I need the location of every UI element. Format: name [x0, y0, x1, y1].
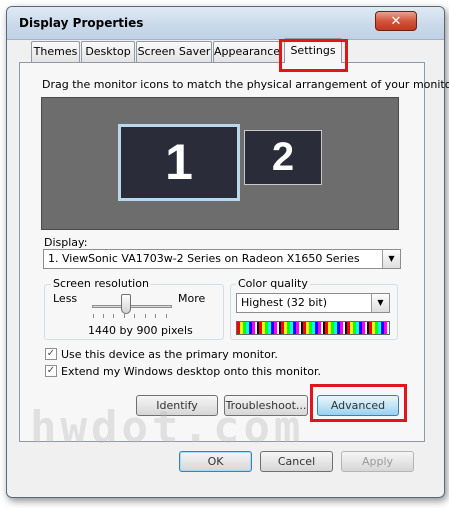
close-button[interactable]: ✕: [375, 11, 417, 31]
watermark: hwdot.com: [30, 402, 305, 453]
tab-themes[interactable]: Themes: [31, 41, 80, 62]
advanced-button-highlight: [310, 384, 407, 422]
slider-tick: [103, 314, 104, 318]
cancel-button[interactable]: Cancel: [260, 451, 333, 472]
slider-tick: [124, 314, 125, 318]
color-quality-label: Color quality: [236, 277, 310, 290]
chevron-down-icon[interactable]: ▼: [371, 294, 389, 312]
window-title: Display Properties: [19, 16, 144, 30]
slider-tick: [155, 314, 156, 318]
extend-desktop-checkbox[interactable]: ✓: [45, 365, 57, 377]
ok-button[interactable]: OK: [179, 451, 252, 472]
settings-tab-highlight: [279, 39, 348, 72]
checkmark-icon: ✓: [46, 348, 56, 359]
slider-tick: [113, 314, 114, 318]
resolution-value: 1440 by 900 pixels: [88, 324, 193, 337]
resolution-less-label: Less: [53, 292, 78, 305]
color-spectrum-preview: [236, 321, 390, 335]
tab-desktop[interactable]: Desktop: [81, 41, 135, 62]
close-icon: ✕: [390, 14, 402, 29]
apply-button[interactable]: Apply: [341, 451, 414, 472]
monitor-1-icon[interactable]: 1: [118, 124, 240, 201]
screen-resolution-label: Screen resolution: [51, 277, 151, 290]
resolution-slider-track[interactable]: [92, 305, 172, 308]
primary-monitor-label: Use this device as the primary monitor.: [61, 348, 278, 361]
slider-tick: [166, 314, 167, 318]
resolution-more-label: More: [178, 292, 206, 305]
color-quality-select[interactable]: Highest (32 bit) ▼: [236, 293, 390, 313]
slider-tick: [145, 314, 146, 318]
slider-tick: [134, 314, 135, 318]
resolution-slider-thumb[interactable]: [121, 294, 131, 314]
extend-desktop-label: Extend my Windows desktop onto this moni…: [61, 365, 322, 378]
tab-appearance[interactable]: Appearance: [213, 41, 281, 62]
monitor-2-icon[interactable]: 2: [244, 130, 322, 185]
checkmark-icon: ✓: [46, 365, 56, 376]
tab-screen-saver[interactable]: Screen Saver: [136, 41, 212, 62]
slider-tick: [93, 314, 94, 318]
display-select[interactable]: 1. ViewSonic VA1703w-2 Series on Radeon …: [43, 249, 401, 269]
chevron-down-icon[interactable]: ▼: [382, 250, 400, 268]
monitor-instruction: Drag the monitor icons to match the phys…: [42, 78, 449, 91]
display-label: Display:: [44, 236, 88, 249]
primary-monitor-checkbox[interactable]: ✓: [45, 348, 57, 360]
title-bar[interactable]: Display Properties ✕: [7, 7, 444, 40]
